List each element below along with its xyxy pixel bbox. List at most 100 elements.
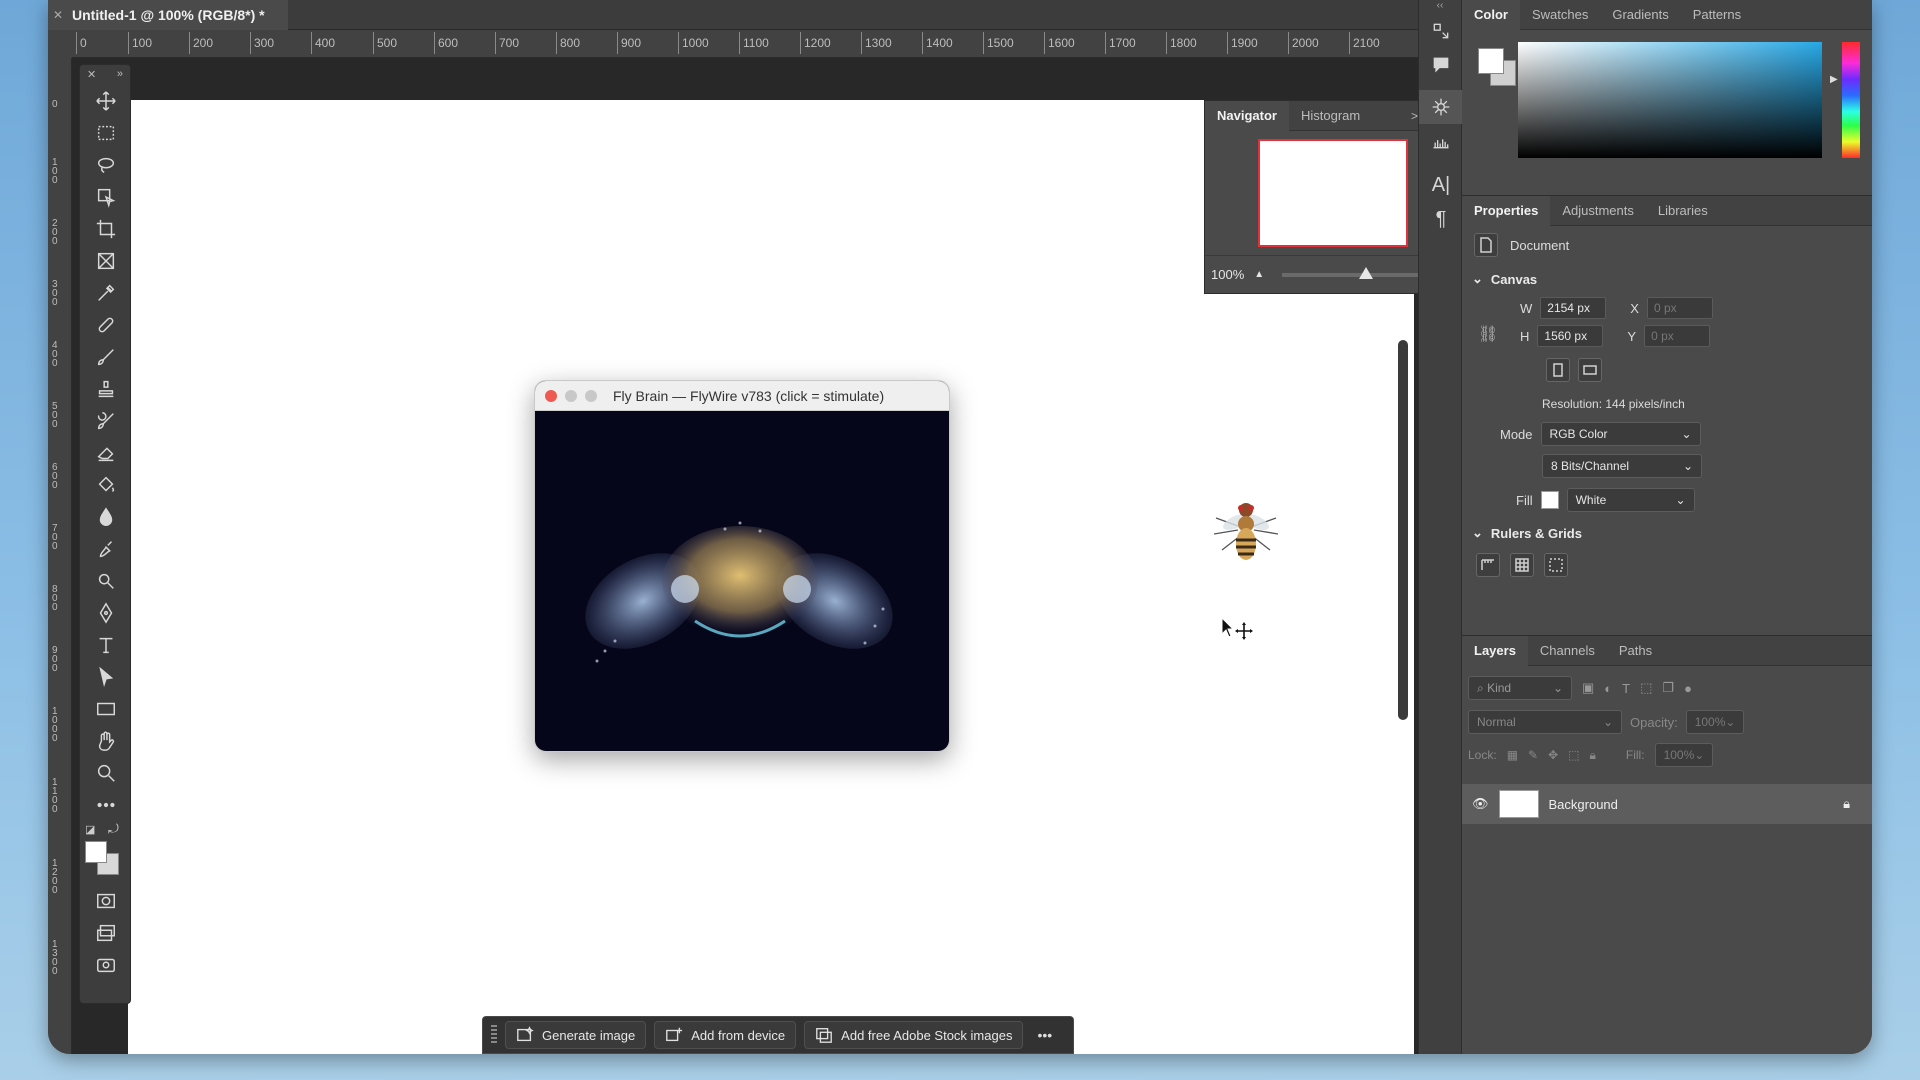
zoom-window-button[interactable] xyxy=(585,389,597,402)
hue-slider[interactable] xyxy=(1842,42,1860,158)
brush-tool-icon[interactable] xyxy=(80,341,132,373)
mode-select[interactable]: RGB Color ⌄ xyxy=(1540,422,1701,446)
tab-navigator[interactable]: Navigator xyxy=(1205,100,1289,131)
width-field[interactable]: 2154 px xyxy=(1540,297,1607,319)
fly-brain-viewport[interactable] xyxy=(535,411,949,752)
edit-toolbar-icon[interactable] xyxy=(80,949,132,981)
tab-patterns[interactable]: Patterns xyxy=(1681,0,1753,30)
tab-histogram[interactable]: Histogram xyxy=(1289,101,1372,131)
landscape-orientation-icon[interactable] xyxy=(1578,358,1602,382)
quick-mask-icon[interactable] xyxy=(80,885,132,917)
zoom-tool-icon[interactable] xyxy=(80,757,132,789)
zoom-slider[interactable] xyxy=(1282,266,1423,279)
clone-stamp-tool-icon[interactable] xyxy=(80,373,132,405)
drag-handle-icon[interactable] xyxy=(491,1025,497,1045)
tab-swatches[interactable]: Swatches xyxy=(1520,0,1600,30)
layer-row-background[interactable]: 👁︎ Background 🔒︎ xyxy=(1462,784,1872,824)
filter-toggle-icon[interactable]: ● xyxy=(1684,681,1692,696)
character-panel-icon[interactable]: A| xyxy=(1419,168,1463,202)
healing-brush-tool-icon[interactable] xyxy=(80,309,132,341)
path-select-tool-icon[interactable] xyxy=(80,661,132,693)
color-spectrum-field[interactable] xyxy=(1518,42,1822,158)
fly-brain-visualization[interactable] xyxy=(535,411,949,752)
learn-icon[interactable] xyxy=(1419,14,1463,48)
lock-position-icon[interactable]: ✥ xyxy=(1548,748,1558,762)
rectangle-tool-icon[interactable] xyxy=(80,693,132,725)
lock-all-icon[interactable]: 🔒︎ xyxy=(1590,748,1596,763)
fill-opacity-field[interactable]: 100% ⌄ xyxy=(1654,743,1713,767)
fill-select[interactable]: White ⌄ xyxy=(1566,488,1695,512)
swap-colors-icon[interactable]: ⤾ xyxy=(108,821,119,837)
filter-adjustment-icon[interactable]: ◐ xyxy=(1604,681,1612,696)
tab-gradients[interactable]: Gradients xyxy=(1600,0,1680,30)
paragraph-panel-icon[interactable]: ¶ xyxy=(1419,202,1463,236)
navigator-panel-icon[interactable] xyxy=(1419,90,1463,124)
fly-graphic[interactable] xyxy=(1208,500,1284,570)
vertical-ruler[interactable]: 0 100 200 300 400 500 600 700 800 900 10… xyxy=(48,58,72,1054)
filter-shape-icon[interactable]: ⬚ xyxy=(1640,680,1652,696)
eye-icon[interactable]: 👁︎ xyxy=(1472,796,1489,812)
layer-filter-select[interactable]: ⌕ Kind ⌄ xyxy=(1468,676,1572,700)
fly-brain-window[interactable]: Fly Brain — FlyWire v783 (click = stimul… xyxy=(534,380,950,752)
lock-image-icon[interactable]: ✎ xyxy=(1528,748,1538,762)
lasso-tool-icon[interactable] xyxy=(80,149,132,181)
navigator-view-box[interactable] xyxy=(1258,139,1408,247)
zoom-out-icon[interactable]: ▲ xyxy=(1254,269,1264,280)
document-tab[interactable]: ✕ Untitled-1 @ 100% (RGB/8*) * xyxy=(48,0,288,30)
expand-toolbar-icon[interactable]: » xyxy=(117,68,123,82)
portrait-orientation-icon[interactable] xyxy=(1546,358,1570,382)
tab-paths[interactable]: Paths xyxy=(1607,636,1664,666)
type-tool-icon[interactable] xyxy=(80,629,132,661)
comments-icon[interactable] xyxy=(1419,48,1463,82)
close-toolbar-icon[interactable]: ✕ xyxy=(87,68,96,82)
minimize-window-button[interactable] xyxy=(565,389,577,402)
hand-tool-icon[interactable] xyxy=(80,725,132,757)
tab-adjustments[interactable]: Adjustments xyxy=(1550,196,1646,226)
blend-mode-select[interactable]: Normal ⌄ xyxy=(1468,710,1622,734)
filter-type-icon[interactable]: T xyxy=(1622,681,1630,696)
add-from-device-button[interactable]: Add from device xyxy=(654,1021,797,1049)
paint-bucket-tool-icon[interactable] xyxy=(80,469,132,501)
smudge-tool-icon[interactable] xyxy=(80,533,132,565)
tab-properties[interactable]: Properties xyxy=(1462,195,1551,226)
close-window-button[interactable] xyxy=(545,389,557,402)
guides-toggle-icon[interactable] xyxy=(1544,553,1568,577)
close-tab-icon[interactable]: ✕ xyxy=(52,8,64,22)
default-colors-icon[interactable]: ◪ xyxy=(85,823,95,836)
dodge-tool-icon[interactable] xyxy=(80,565,132,597)
pen-tool-icon[interactable] xyxy=(80,597,132,629)
histogram-panel-icon[interactable] xyxy=(1419,124,1463,158)
link-dimensions-icon[interactable]: ⛓ xyxy=(1478,324,1498,344)
canvas-vertical-scrollbar[interactable] xyxy=(1398,340,1408,720)
zoom-level[interactable]: 100% xyxy=(1211,267,1244,282)
zoom-slider-knob[interactable] xyxy=(1359,266,1374,279)
rulers-grids-section-header[interactable]: ⌄ Rulers & Grids xyxy=(1462,518,1872,548)
filter-pixel-icon[interactable]: ▣ xyxy=(1582,680,1594,696)
blur-tool-icon[interactable] xyxy=(80,501,132,533)
crop-tool-icon[interactable] xyxy=(80,213,132,245)
tab-libraries[interactable]: Libraries xyxy=(1646,196,1720,226)
lock-transparency-icon[interactable]: ▦ xyxy=(1507,748,1518,762)
eraser-tool-icon[interactable] xyxy=(80,437,132,469)
opacity-field[interactable]: 100% ⌄ xyxy=(1685,710,1744,734)
horizontal-ruler[interactable]: 0 100 200 300 400 500 600 700 800 900 10… xyxy=(72,30,1418,58)
tab-color[interactable]: Color xyxy=(1462,0,1520,30)
tab-layers[interactable]: Layers xyxy=(1462,635,1528,666)
canvas-section-header[interactable]: ⌄ Canvas xyxy=(1462,264,1872,294)
height-field[interactable]: 1560 px xyxy=(1537,325,1604,347)
object-select-tool-icon[interactable] xyxy=(80,181,132,213)
more-tools-icon[interactable] xyxy=(80,789,132,821)
x-field[interactable]: 0 px xyxy=(1646,297,1713,319)
tab-channels[interactable]: Channels xyxy=(1528,636,1607,666)
foreground-color-swatch[interactable] xyxy=(85,841,107,863)
fly-brain-titlebar[interactable]: Fly Brain — FlyWire v783 (click = stimul… xyxy=(535,381,949,411)
grid-toggle-icon[interactable] xyxy=(1510,553,1534,577)
marquee-tool-icon[interactable] xyxy=(80,117,132,149)
generate-image-button[interactable]: Generate image xyxy=(505,1021,647,1049)
eyedropper-tool-icon[interactable] xyxy=(80,277,132,309)
ruler-toggle-icon[interactable] xyxy=(1476,553,1500,577)
bit-depth-select[interactable]: 8 Bits/Channel ⌄ xyxy=(1542,454,1702,478)
panel-foreground-color[interactable] xyxy=(1478,48,1504,74)
screen-mode-icon[interactable] xyxy=(80,917,132,949)
fill-color-swatch[interactable] xyxy=(1540,491,1559,509)
